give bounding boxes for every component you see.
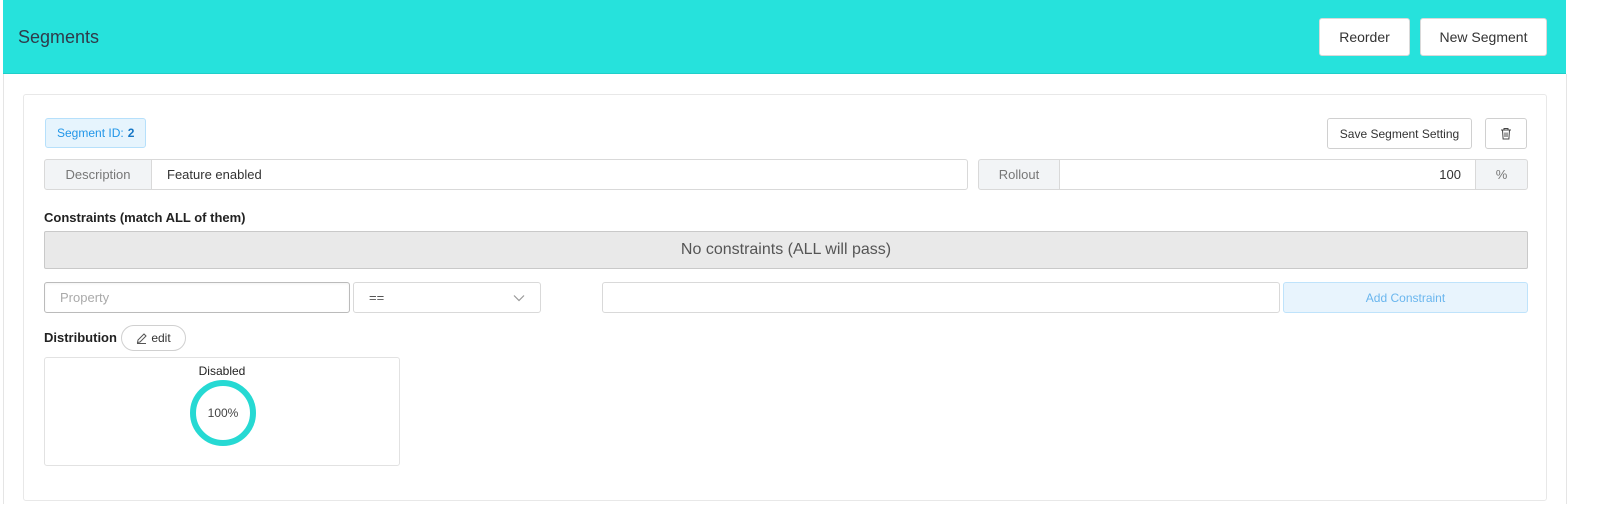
constraint-value-input[interactable] <box>602 282 1280 313</box>
operator-value: == <box>369 290 385 305</box>
delete-segment-button[interactable] <box>1485 118 1527 149</box>
operator-select[interactable]: == <box>353 282 541 313</box>
percent-label: % <box>1475 159 1528 190</box>
page-title: Segments <box>18 27 100 47</box>
percent-donut: 100% <box>190 380 256 446</box>
distribution-item: Disabled 100% <box>44 357 400 466</box>
segment-id-label: Segment ID: <box>57 126 124 140</box>
reorder-button[interactable]: Reorder <box>1319 18 1410 56</box>
new-segment-button[interactable]: New Segment <box>1420 18 1547 56</box>
edit-label: edit <box>151 331 171 345</box>
percent-label: 100% <box>207 406 239 420</box>
chevron-down-icon <box>513 294 525 301</box>
segment-id-badge: Segment ID: 2 <box>45 118 147 148</box>
no-constraints-message: No constraints (ALL will pass) <box>44 231 1528 269</box>
segment-card: Segment ID: 2 Save Segment Setting Descr… <box>23 94 1547 501</box>
rollout-input[interactable]: 100 <box>1059 159 1476 190</box>
variant-name: Disabled <box>198 364 246 378</box>
edit-distribution-button[interactable]: edit <box>121 325 186 351</box>
left-border <box>3 74 4 504</box>
add-constraint-button[interactable]: Add Constraint <box>1283 282 1528 313</box>
right-border <box>1566 74 1567 504</box>
save-segment-button[interactable]: Save Segment Setting <box>1327 118 1472 149</box>
distribution-heading: Distribution <box>44 330 117 345</box>
page-header: Segments Reorder New Segment <box>3 0 1566 74</box>
constraints-heading: Constraints (match ALL of them) <box>44 210 246 225</box>
segment-id-value: 2 <box>127 126 135 140</box>
property-input[interactable]: Property <box>44 282 350 313</box>
pencil-icon <box>137 332 148 344</box>
rollout-label: Rollout <box>978 159 1060 190</box>
description-label: Description <box>44 159 152 190</box>
trash-icon <box>1501 128 1511 140</box>
description-input[interactable]: Feature enabled <box>151 159 968 190</box>
